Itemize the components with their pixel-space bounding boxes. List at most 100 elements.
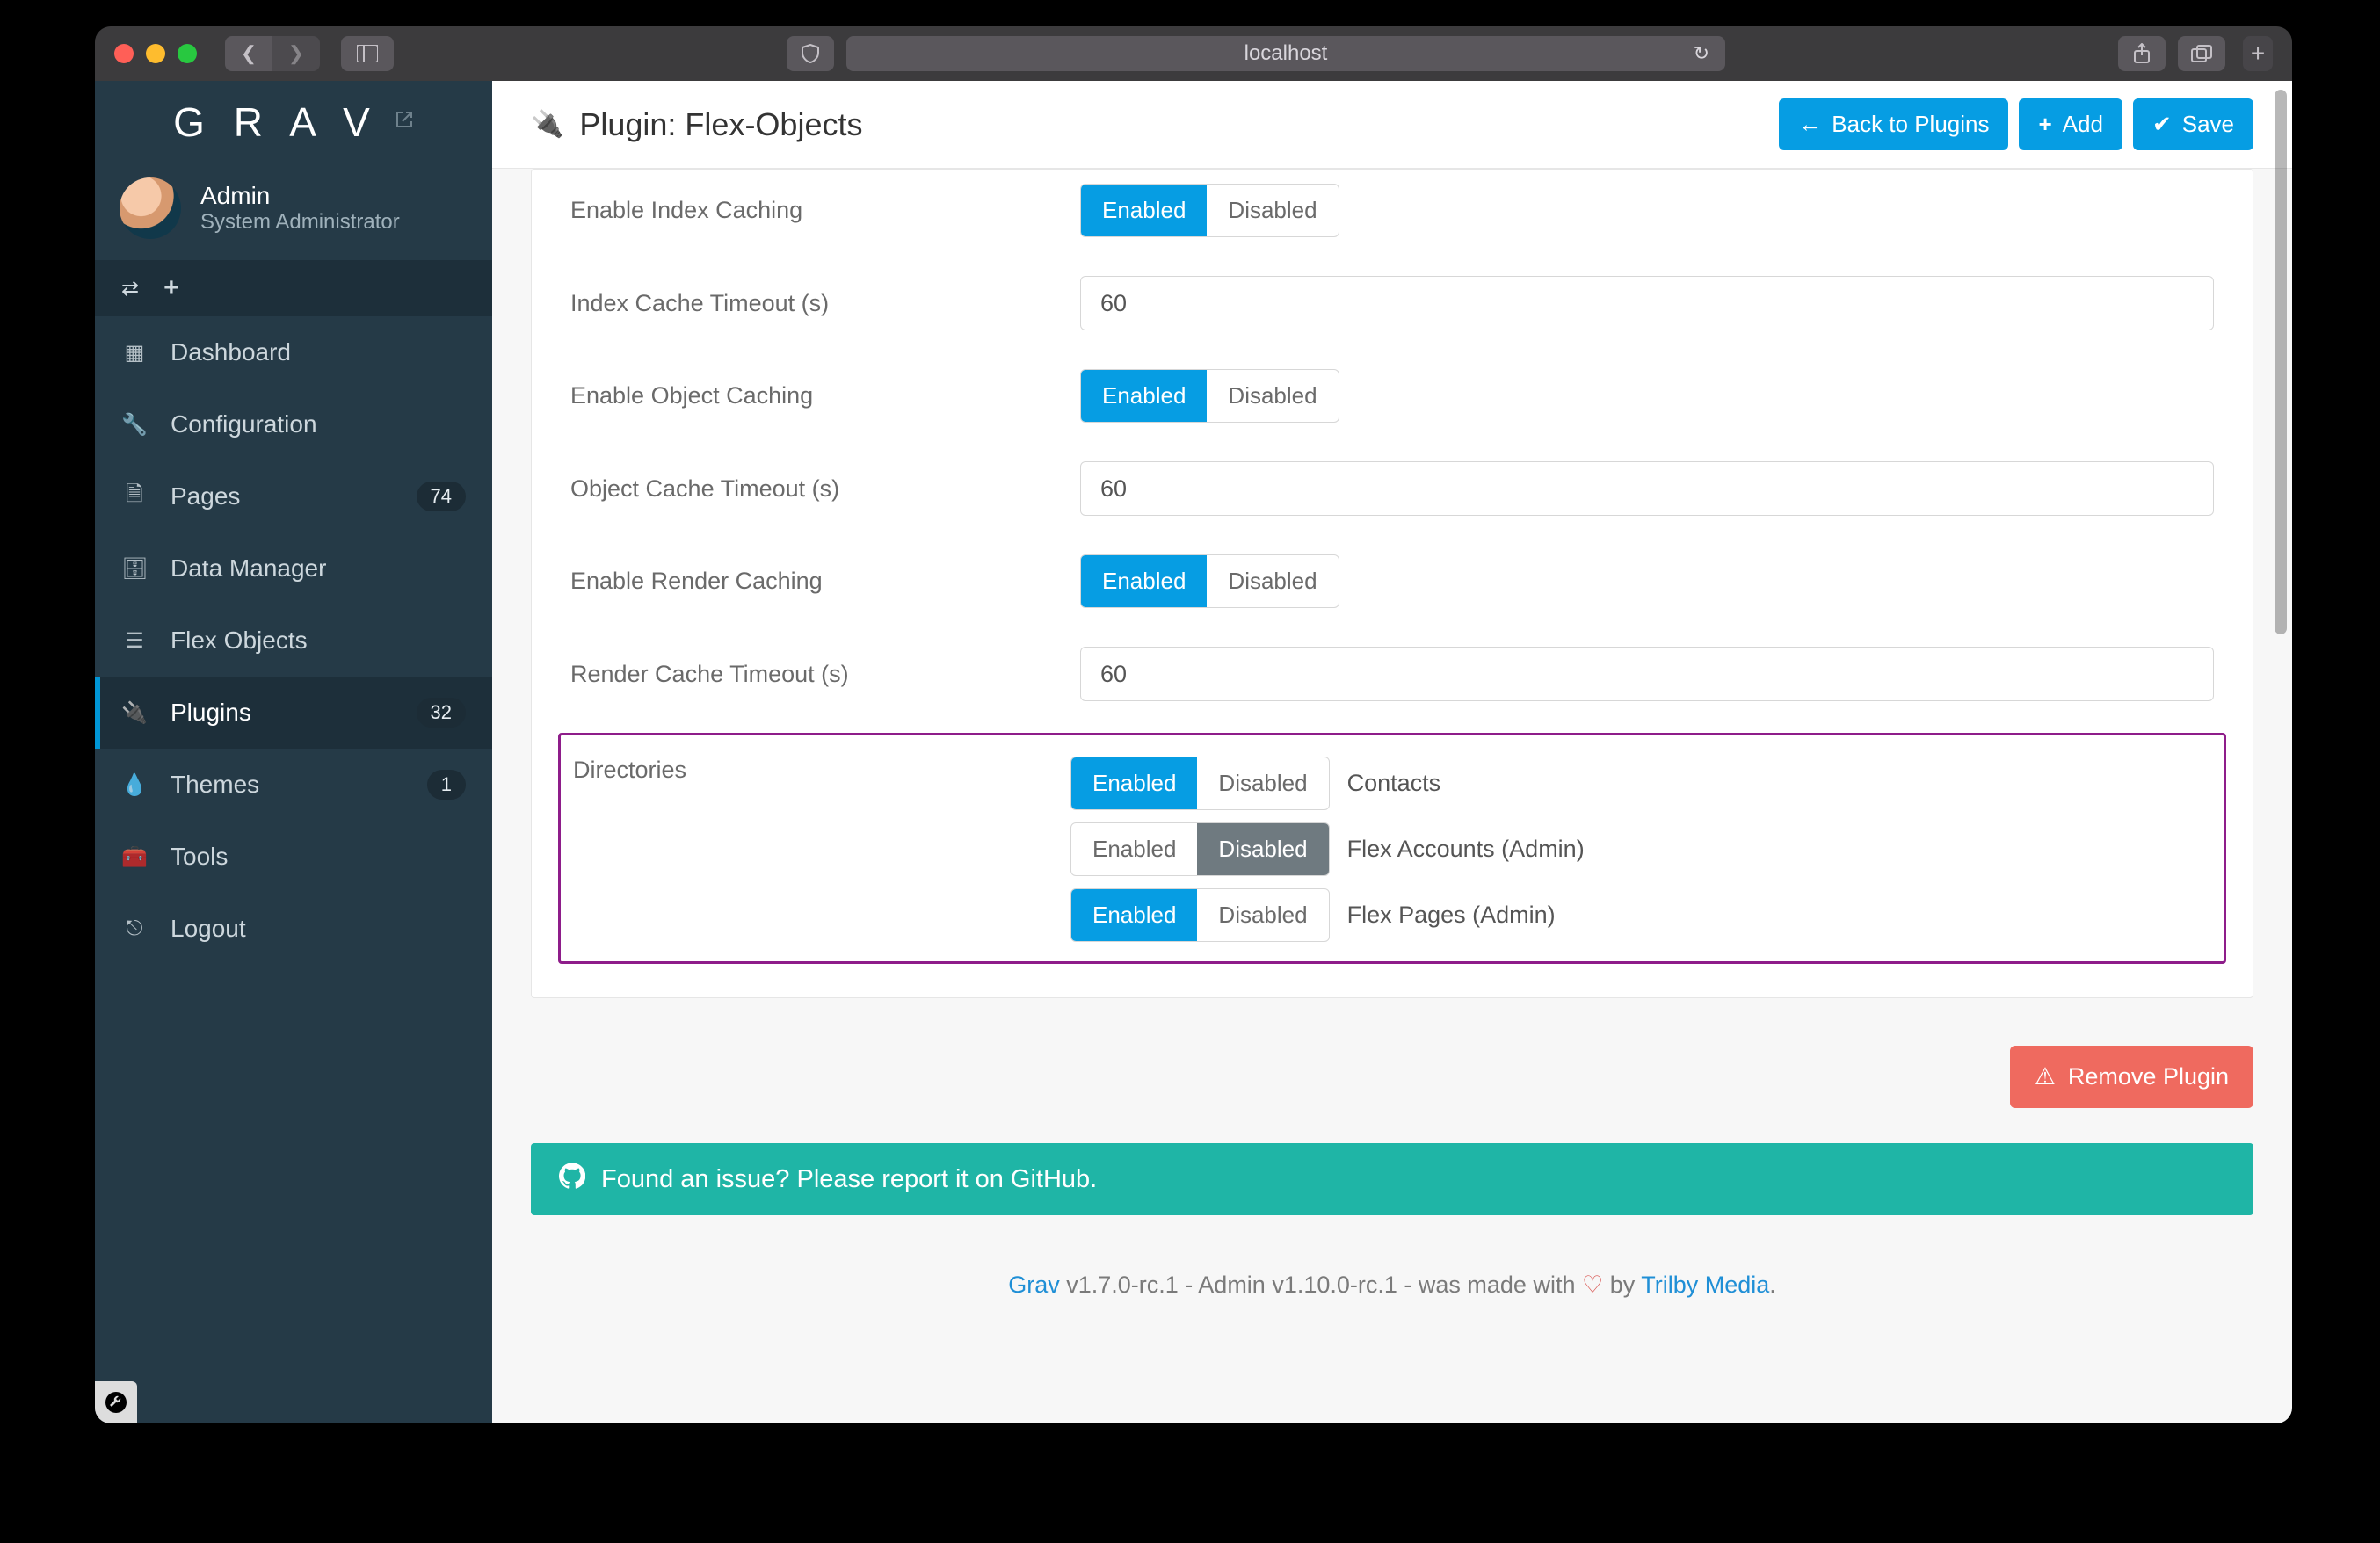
list-icon: ☰ — [121, 628, 148, 654]
arrow-left-icon: ← — [1798, 111, 1821, 138]
issue-bar-text: Found an issue? Please report it on GitH… — [601, 1165, 1097, 1194]
btn-label: Add — [2063, 111, 2103, 138]
avatar — [120, 177, 181, 239]
label-enable-render-caching: Enable Render Caching — [570, 568, 1045, 595]
sign-out-icon: ⎋ — [121, 916, 148, 941]
shuffle-icon[interactable]: ⇄ — [121, 276, 139, 301]
browser-forward-button[interactable]: ❯ — [272, 36, 320, 71]
footer-versions: v1.7.0-rc.1 - Admin v1.10.0-rc.1 - was m… — [1060, 1271, 1582, 1298]
nav-label: Tools — [171, 843, 228, 871]
toggle-on[interactable]: Enabled — [1081, 185, 1207, 236]
input-object-cache-timeout[interactable] — [1080, 461, 2214, 516]
toggle-off[interactable]: Disabled — [1197, 823, 1328, 875]
directory-label: Contacts — [1347, 770, 1441, 797]
add-button[interactable]: + Add — [2019, 98, 2122, 150]
label-enable-index-caching: Enable Index Caching — [570, 197, 1045, 224]
github-issue-bar[interactable]: Found an issue? Please report it on GitH… — [531, 1143, 2253, 1215]
toggle-enable-index-caching[interactable]: Enabled Disabled — [1080, 184, 1339, 237]
warning-icon: ⚠ — [2035, 1063, 2056, 1090]
plus-icon: + — [2038, 111, 2051, 138]
heart-icon: ♡ — [1582, 1271, 1603, 1298]
debug-badge[interactable] — [95, 1381, 137, 1423]
vertical-scrollbar[interactable] — [2275, 90, 2287, 1415]
sidebar-item-data-manager[interactable]: 🗄 Data Manager — [95, 532, 492, 605]
toggle-on[interactable]: Enabled — [1071, 889, 1197, 941]
github-icon — [559, 1163, 585, 1196]
check-icon: ✔ — [2152, 111, 2172, 138]
directory-row-contacts: Enabled Disabled Contacts — [1070, 757, 2211, 810]
remove-plugin-button[interactable]: ⚠ Remove Plugin — [2010, 1046, 2253, 1108]
toggle-off[interactable]: Disabled — [1197, 889, 1328, 941]
toggle-off[interactable]: Disabled — [1207, 370, 1338, 422]
nav-label: Themes — [171, 771, 259, 799]
directory-label: Flex Accounts (Admin) — [1347, 836, 1585, 863]
brand[interactable]: G R A V — [95, 81, 492, 163]
save-button[interactable]: ✔ Save — [2133, 98, 2253, 150]
toggle-off[interactable]: Disabled — [1207, 555, 1338, 607]
minimize-window-button[interactable] — [146, 44, 165, 63]
nav-label: Dashboard — [171, 338, 291, 366]
topbar: 🔌 Plugin: Flex-Objects ← Back to Plugins… — [492, 81, 2292, 169]
sidebar-item-plugins[interactable]: 🔌 Plugins 32 — [95, 677, 492, 749]
sidebar-item-themes[interactable]: 💧 Themes 1 — [95, 749, 492, 821]
toggle-off[interactable]: Disabled — [1197, 757, 1328, 809]
pages-badge: 74 — [417, 482, 466, 511]
toggle-directory-contacts[interactable]: Enabled Disabled — [1070, 757, 1330, 810]
plug-icon: 🔌 — [121, 700, 148, 726]
brand-text: G R A V — [173, 98, 379, 146]
nav-label: Pages — [171, 482, 240, 511]
input-index-cache-timeout[interactable] — [1080, 276, 2214, 330]
footer-grav-link[interactable]: Grav — [1008, 1271, 1060, 1298]
remove-plugin-row: ⚠ Remove Plugin — [492, 1030, 2292, 1143]
sidebar-item-tools[interactable]: 🧰 Tools — [95, 821, 492, 893]
footer-trilby-link[interactable]: Trilby Media — [1641, 1271, 1769, 1298]
privacy-report-button[interactable] — [787, 36, 834, 71]
plugin-settings-panel: Enable Index Caching Enabled Disabled In… — [531, 169, 2253, 998]
toggle-enable-render-caching[interactable]: Enabled Disabled — [1080, 554, 1339, 608]
show-tabs-button[interactable] — [2178, 36, 2225, 71]
browser-url-bar[interactable]: localhost ↻ — [846, 36, 1725, 71]
sidebar-item-dashboard[interactable]: ▦ Dashboard — [95, 316, 492, 388]
reload-icon[interactable]: ↻ — [1694, 44, 1709, 63]
new-tab-button[interactable]: + — [2243, 36, 2273, 71]
back-to-plugins-button[interactable]: ← Back to Plugins — [1779, 98, 2008, 150]
plus-icon[interactable]: + — [163, 273, 179, 303]
sidebar-item-logout[interactable]: ⎋ Logout — [95, 893, 492, 965]
toggle-on[interactable]: Enabled — [1081, 370, 1207, 422]
sidebar-item-configuration[interactable]: 🔧 Configuration — [95, 388, 492, 460]
show-sidebar-button[interactable] — [341, 36, 394, 71]
directory-label: Flex Pages (Admin) — [1347, 902, 1556, 929]
grav-admin-app: G R A V Admin System Administrator ⇄ + ▦ — [95, 81, 2292, 1423]
tint-icon: 💧 — [121, 772, 148, 798]
browser-window: ❮ ❯ localhost ↻ + G R A V — [95, 26, 2292, 1423]
scrollbar-thumb[interactable] — [2275, 90, 2287, 634]
input-render-cache-timeout[interactable] — [1080, 647, 2214, 701]
zoom-window-button[interactable] — [178, 44, 197, 63]
toggle-directory-accounts[interactable]: Enabled Disabled — [1070, 822, 1330, 876]
url-text: localhost — [1244, 41, 1328, 66]
label-render-cache-timeout: Render Cache Timeout (s) — [570, 661, 1045, 688]
directory-row-accounts: Enabled Disabled Flex Accounts (Admin) — [1070, 822, 2211, 876]
browser-back-button[interactable]: ❮ — [225, 36, 272, 71]
btn-label: Remove Plugin — [2068, 1063, 2229, 1090]
toggle-enable-object-caching[interactable]: Enabled Disabled — [1080, 369, 1339, 423]
directories-list: Enabled Disabled Contacts Enabled Disabl… — [1070, 757, 2211, 942]
label-enable-object-caching: Enable Object Caching — [570, 382, 1045, 409]
sidebar-item-flex-objects[interactable]: ☰ Flex Objects — [95, 605, 492, 677]
footer-by: by — [1603, 1271, 1641, 1298]
toggle-on[interactable]: Enabled — [1071, 757, 1197, 809]
user-name: Admin — [200, 182, 400, 210]
toggle-directory-pages[interactable]: Enabled Disabled — [1070, 888, 1330, 942]
share-button[interactable] — [2118, 36, 2166, 71]
profile[interactable]: Admin System Administrator — [95, 163, 492, 260]
btn-label: Back to Plugins — [1832, 111, 1989, 138]
sidebar-item-pages[interactable]: 🗎 Pages 74 — [95, 460, 492, 532]
toggle-on[interactable]: Enabled — [1071, 823, 1197, 875]
close-window-button[interactable] — [114, 44, 134, 63]
nav-label: Logout — [171, 915, 246, 943]
user-role: System Administrator — [200, 210, 400, 235]
sidebar-icon — [357, 45, 378, 62]
toggle-off[interactable]: Disabled — [1207, 185, 1338, 236]
label-object-cache-timeout: Object Cache Timeout (s) — [570, 475, 1045, 503]
toggle-on[interactable]: Enabled — [1081, 555, 1207, 607]
